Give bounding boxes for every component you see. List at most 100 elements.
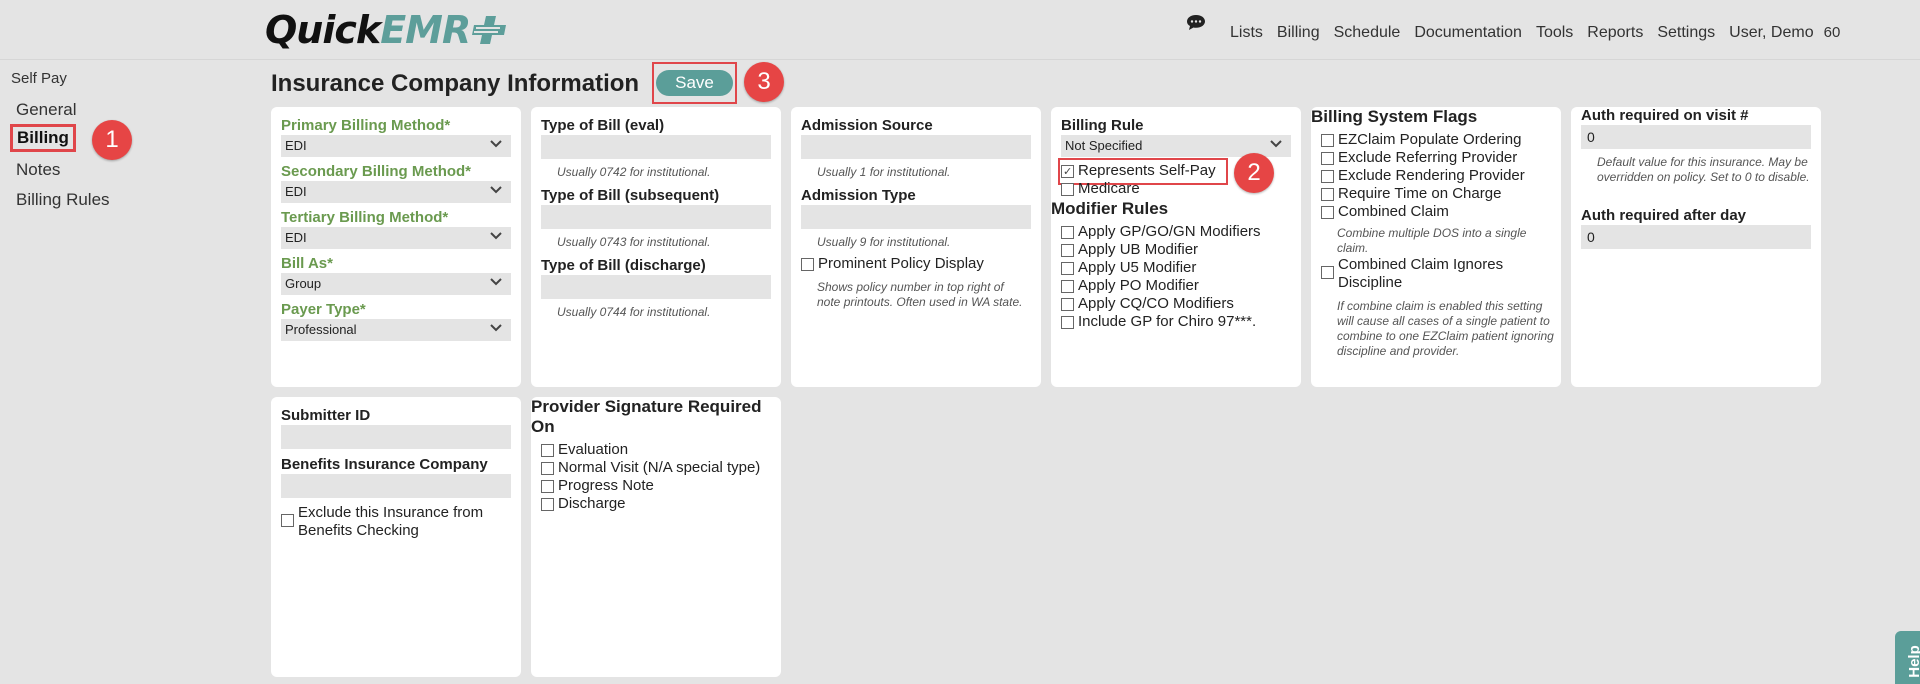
- type-of-bill-eval-input[interactable]: [541, 135, 771, 159]
- sidebar-item-billing-rules[interactable]: Billing Rules: [16, 190, 110, 210]
- benefits-insurance-input[interactable]: [281, 474, 511, 498]
- page-title: Insurance Company Information: [271, 70, 640, 97]
- combined-claim-ignores-box[interactable]: [1321, 266, 1334, 279]
- flag-checkbox-box[interactable]: [1321, 188, 1334, 201]
- billing-rule-value: Not Specified: [1065, 138, 1143, 153]
- nav-lists[interactable]: Lists: [1230, 24, 1263, 42]
- submitter-id-label: Submitter ID: [281, 407, 371, 424]
- combined-claim-hint: Combine multiple DOS into a single claim…: [1337, 226, 1527, 255]
- logo-quick-text: Quick: [265, 8, 381, 52]
- primary-billing-select[interactable]: EDI: [281, 135, 511, 157]
- modifier-checkbox[interactable]: Apply U5 Modifier: [1061, 259, 1196, 277]
- nav-reports[interactable]: Reports: [1587, 24, 1643, 42]
- bill-as-select[interactable]: Group: [281, 273, 511, 295]
- nav-schedule[interactable]: Schedule: [1334, 24, 1401, 42]
- auth-day-input[interactable]: 0: [1581, 225, 1811, 249]
- top-header: Quick EMR Lists Billing Schedule Documen…: [0, 0, 1920, 60]
- nav-tools[interactable]: Tools: [1536, 24, 1573, 42]
- medicare-checkbox-box[interactable]: [1061, 183, 1074, 196]
- type-of-bill-subsequent-input[interactable]: [541, 205, 771, 229]
- flag-checkbox-box[interactable]: [1321, 170, 1334, 183]
- prominent-policy-checkbox[interactable]: Prominent Policy Display: [801, 255, 984, 273]
- modifier-checkbox-box[interactable]: [1061, 262, 1074, 275]
- billing-methods-card: Primary Billing Method* EDI Secondary Bi…: [271, 107, 521, 387]
- signature-option-label: Evaluation: [558, 441, 629, 458]
- modifier-checkbox[interactable]: Apply PO Modifier: [1061, 277, 1199, 295]
- self-pay-checkbox-box[interactable]: [1061, 163, 1074, 181]
- chat-icon[interactable]: [1186, 14, 1206, 32]
- modifier-checkbox[interactable]: Include GP for Chiro 97***.: [1061, 313, 1256, 331]
- tertiary-billing-select[interactable]: EDI: [281, 227, 511, 249]
- modifier-checkbox-box[interactable]: [1061, 316, 1074, 329]
- signature-option-box[interactable]: [541, 444, 554, 457]
- nav-documentation[interactable]: Documentation: [1414, 24, 1522, 42]
- quickemr-logo[interactable]: Quick EMR: [265, 8, 512, 52]
- session-count: 60: [1823, 24, 1841, 41]
- secondary-billing-select[interactable]: EDI: [281, 181, 511, 203]
- admission-source-input[interactable]: [801, 135, 1031, 159]
- nav-user[interactable]: User, Demo: [1729, 24, 1813, 42]
- modifier-checkbox-box[interactable]: [1061, 298, 1074, 311]
- save-button[interactable]: Save: [656, 70, 733, 96]
- modifier-checkbox-box[interactable]: [1061, 244, 1074, 257]
- chevron-down-icon: [1270, 140, 1282, 148]
- modifier-checkbox[interactable]: Apply GP/GO/GN Modifiers: [1061, 223, 1261, 241]
- represents-self-pay-checkbox[interactable]: Represents Self-Pay: [1061, 162, 1216, 181]
- combined-claim-ignores-checkbox[interactable]: Combined Claim Ignores Discipline: [1321, 256, 1531, 292]
- type-of-bill-eval-hint: Usually 0742 for institutional.: [557, 165, 711, 179]
- signature-option-box[interactable]: [541, 498, 554, 511]
- auth-visit-input[interactable]: 0: [1581, 125, 1811, 149]
- flag-checkbox[interactable]: Require Time on Charge: [1321, 185, 1501, 203]
- logo-emr-text: EMR: [380, 8, 471, 52]
- modifier-checkbox-box[interactable]: [1061, 280, 1074, 293]
- provider-signature-card: Provider Signature Required On Evaluatio…: [531, 397, 781, 677]
- sidebar-item-billing[interactable]: Billing: [10, 124, 76, 152]
- chevron-down-icon: [490, 324, 502, 332]
- modifier-checkbox[interactable]: Apply UB Modifier: [1061, 241, 1198, 259]
- modifier-checkbox[interactable]: Apply CQ/CO Modifiers: [1061, 295, 1234, 313]
- signature-option-checkbox[interactable]: Progress Note: [541, 477, 654, 495]
- sidebar-item-general[interactable]: General: [16, 100, 76, 120]
- chevron-down-icon: [490, 140, 502, 148]
- flag-label: EZClaim Populate Ordering: [1338, 131, 1522, 148]
- flag-checkbox[interactable]: EZClaim Populate Ordering: [1321, 131, 1521, 149]
- admission-source-label: Admission Source: [801, 117, 933, 134]
- flag-label: Require Time on Charge: [1338, 185, 1502, 202]
- modifier-label: Apply UB Modifier: [1078, 241, 1199, 258]
- bill-as-label: Bill As*: [281, 255, 333, 272]
- signature-option-checkbox[interactable]: Normal Visit (N/A special type): [541, 459, 760, 477]
- payer-type-select[interactable]: Professional: [281, 319, 511, 341]
- combined-claim-checkbox[interactable]: Combined Claim: [1321, 203, 1449, 221]
- signature-option-checkbox[interactable]: Discharge: [541, 495, 626, 513]
- signature-option-checkbox[interactable]: Evaluation: [541, 441, 628, 459]
- submitter-id-input[interactable]: [281, 425, 511, 449]
- admission-card: Admission Source Usually 1 for instituti…: [791, 107, 1041, 387]
- nav-billing[interactable]: Billing: [1277, 24, 1320, 42]
- flag-checkbox-box[interactable]: [1321, 152, 1334, 165]
- exclude-benefits-box[interactable]: [281, 514, 294, 527]
- prominent-policy-box[interactable]: [801, 258, 814, 271]
- primary-billing-value: EDI: [285, 138, 307, 153]
- signature-option-box[interactable]: [541, 462, 554, 475]
- medicare-checkbox[interactable]: Medicare: [1061, 180, 1140, 198]
- sidebar-item-notes[interactable]: Notes: [16, 160, 60, 180]
- help-tab[interactable]: Help: [1895, 631, 1920, 684]
- bill-as-value: Group: [285, 276, 322, 291]
- tertiary-billing-label: Tertiary Billing Method*: [281, 209, 449, 226]
- admission-type-input[interactable]: [801, 205, 1031, 229]
- flag-checkbox-box[interactable]: [1321, 134, 1334, 147]
- combined-claim-label: Combined Claim: [1338, 203, 1449, 220]
- flag-checkbox[interactable]: Exclude Rendering Provider: [1321, 167, 1525, 185]
- nav-settings[interactable]: Settings: [1657, 24, 1715, 42]
- step-badge-2: 2: [1234, 153, 1274, 193]
- secondary-billing-value: EDI: [285, 184, 307, 199]
- signature-option-box[interactable]: [541, 480, 554, 493]
- billing-rule-label: Billing Rule: [1061, 117, 1144, 134]
- modifier-checkbox-box[interactable]: [1061, 226, 1074, 239]
- exclude-benefits-checkbox[interactable]: Exclude this Insurance from Benefits Che…: [281, 504, 511, 540]
- flag-checkbox[interactable]: Exclude Referring Provider: [1321, 149, 1517, 167]
- self-pay-label: Represents Self-Pay: [1078, 162, 1216, 179]
- type-of-bill-discharge-input[interactable]: [541, 275, 771, 299]
- combined-claim-checkbox-box[interactable]: [1321, 206, 1334, 219]
- prominent-policy-label: Prominent Policy Display: [818, 255, 984, 272]
